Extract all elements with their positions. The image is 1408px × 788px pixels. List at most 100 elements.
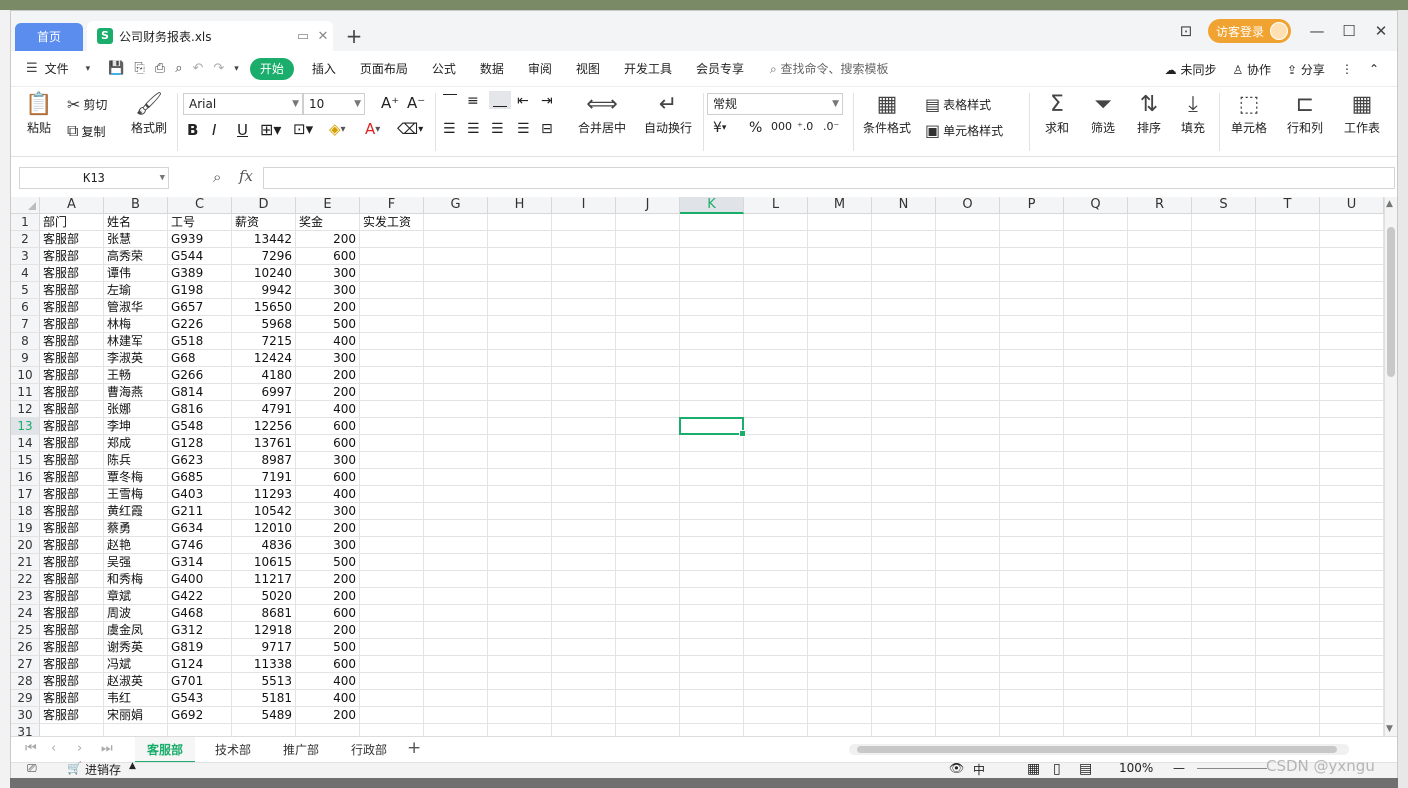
table-cell[interactable] <box>1256 231 1320 248</box>
table-cell[interactable] <box>1192 350 1256 367</box>
table-cell[interactable] <box>1064 418 1128 435</box>
table-cell[interactable] <box>1192 622 1256 639</box>
table-cell[interactable] <box>616 486 680 503</box>
table-cell[interactable] <box>744 724 808 736</box>
table-cell[interactable] <box>936 605 1000 622</box>
table-cell[interactable] <box>1256 503 1320 520</box>
table-cell[interactable] <box>488 503 552 520</box>
table-cell[interactable] <box>1000 350 1064 367</box>
table-cell[interactable] <box>872 571 936 588</box>
sheet-tab-promotion[interactable]: 推广部 <box>271 737 331 763</box>
table-cell[interactable] <box>1000 554 1064 571</box>
row-header[interactable]: 17 <box>11 486 40 503</box>
table-cell[interactable] <box>1000 299 1064 316</box>
normal-view-icon[interactable]: ▦ <box>1027 761 1040 777</box>
table-cell[interactable] <box>1000 282 1064 299</box>
table-cell[interactable]: 300 <box>296 350 360 367</box>
table-cell[interactable] <box>1000 469 1064 486</box>
table-cell[interactable] <box>872 418 936 435</box>
table-cell[interactable] <box>808 656 872 673</box>
column-header[interactable]: U <box>1320 197 1384 214</box>
table-cell[interactable] <box>488 231 552 248</box>
table-cell[interactable] <box>1320 316 1384 333</box>
table-cell[interactable]: 客服部 <box>40 265 104 282</box>
table-cell[interactable]: 客服部 <box>40 707 104 724</box>
table-cell[interactable]: 600 <box>296 435 360 452</box>
table-cell[interactable]: 王畅 <box>104 367 168 384</box>
table-cell[interactable] <box>808 724 872 736</box>
undo-icon[interactable]: ↶ <box>187 61 208 76</box>
table-cell[interactable] <box>424 571 488 588</box>
page-layout-view-icon[interactable]: ▯ <box>1053 761 1061 777</box>
table-cell[interactable]: 高秀荣 <box>104 248 168 265</box>
table-cell[interactable] <box>1192 724 1256 736</box>
table-cell[interactable] <box>488 282 552 299</box>
increase-indent-icon[interactable]: ⇥ <box>541 93 553 109</box>
table-cell[interactable] <box>552 520 616 537</box>
table-cell[interactable]: 5489 <box>232 707 296 724</box>
table-cell[interactable] <box>424 418 488 435</box>
distributed-align-icon[interactable]: ⊟ <box>541 121 553 137</box>
table-cell[interactable] <box>1320 469 1384 486</box>
column-header[interactable]: Q <box>1064 197 1128 214</box>
table-cell[interactable] <box>1128 622 1192 639</box>
table-cell[interactable] <box>1128 350 1192 367</box>
table-cell[interactable] <box>424 724 488 736</box>
table-cell[interactable] <box>1320 656 1384 673</box>
maximize-icon[interactable]: ☐ <box>1333 22 1365 40</box>
table-cell[interactable] <box>1192 299 1256 316</box>
row-header[interactable]: 31 <box>11 724 40 736</box>
clear-format-icon[interactable]: ⌫ ▾ <box>397 120 423 138</box>
table-cell[interactable] <box>936 316 1000 333</box>
table-cell[interactable] <box>1128 367 1192 384</box>
table-cell[interactable] <box>552 554 616 571</box>
table-cell[interactable] <box>680 588 744 605</box>
table-cell[interactable] <box>808 435 872 452</box>
table-cell[interactable] <box>808 571 872 588</box>
table-cell[interactable] <box>936 435 1000 452</box>
justify-icon[interactable]: ☰ <box>517 121 530 137</box>
table-cell[interactable] <box>552 469 616 486</box>
table-cell[interactable]: 9942 <box>232 282 296 299</box>
table-cell[interactable]: 工号 <box>168 214 232 231</box>
table-cell[interactable] <box>1000 690 1064 707</box>
row-header[interactable]: 19 <box>11 520 40 537</box>
column-header[interactable]: N <box>872 197 936 214</box>
table-cell[interactable] <box>1000 622 1064 639</box>
table-cell[interactable] <box>936 622 1000 639</box>
row-header[interactable]: 11 <box>11 384 40 401</box>
table-cell[interactable] <box>744 554 808 571</box>
table-cell[interactable]: 客服部 <box>40 401 104 418</box>
row-header[interactable]: 21 <box>11 554 40 571</box>
table-cell[interactable] <box>872 588 936 605</box>
table-cell[interactable] <box>936 401 1000 418</box>
align-right-icon[interactable]: ☰ <box>491 121 504 137</box>
table-cell[interactable] <box>1256 333 1320 350</box>
table-cell[interactable]: 600 <box>296 605 360 622</box>
table-cell[interactable] <box>1128 690 1192 707</box>
table-cell[interactable]: G312 <box>168 622 232 639</box>
macro-record-icon[interactable]: ⎚ <box>27 761 37 776</box>
table-cell[interactable] <box>1128 639 1192 656</box>
first-sheet-icon[interactable]: ⏮ <box>25 741 37 756</box>
table-cell[interactable]: G198 <box>168 282 232 299</box>
table-cell[interactable] <box>424 656 488 673</box>
table-cell[interactable]: 12424 <box>232 350 296 367</box>
table-cell[interactable] <box>1000 486 1064 503</box>
table-cell[interactable] <box>808 265 872 282</box>
table-cell[interactable] <box>1128 214 1192 231</box>
table-cell[interactable] <box>616 690 680 707</box>
table-cell[interactable] <box>936 282 1000 299</box>
tab-document[interactable]: S 公司财务报表.xls ▭ ✕ <box>87 21 333 51</box>
table-cell[interactable]: 姓名 <box>104 214 168 231</box>
table-cell[interactable]: 客服部 <box>40 656 104 673</box>
column-header[interactable]: A <box>40 197 104 214</box>
command-search[interactable]: ⌕ 查找命令、搜索模板 <box>756 60 903 77</box>
column-header[interactable]: I <box>552 197 616 214</box>
table-cell[interactable]: 600 <box>296 418 360 435</box>
table-cell[interactable] <box>616 418 680 435</box>
table-cell[interactable] <box>1320 503 1384 520</box>
table-cell[interactable] <box>680 231 744 248</box>
table-cell[interactable]: G701 <box>168 673 232 690</box>
add-sheet-button[interactable]: + <box>407 738 421 758</box>
